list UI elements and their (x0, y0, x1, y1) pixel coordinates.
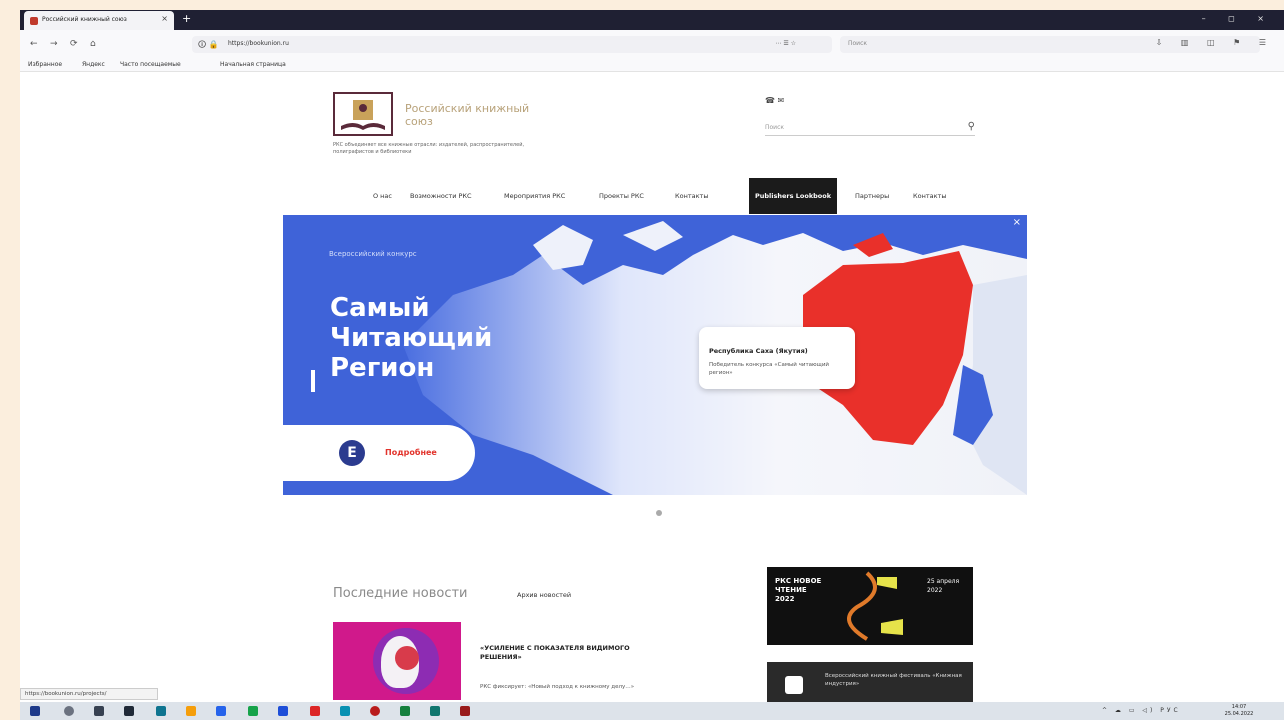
clock-time: 14:07 (1231, 704, 1247, 710)
menu-item[interactable]: Проекты РКС (599, 192, 644, 200)
callout-subtitle: Победитель конкурса «Самый читающий реги… (709, 362, 829, 376)
news-image-spot (395, 646, 419, 670)
app-icon[interactable] (460, 706, 470, 716)
bookmark-item[interactable]: Начальная страница (220, 61, 286, 68)
news-headline[interactable]: «УСИЛЕНИЕ С ПОКАЗАТЕЛЯ ВИДИМОГО РЕШЕНИЯ» (480, 644, 660, 662)
project-logo-icon: Е (339, 440, 365, 466)
close-icon[interactable]: × (1013, 217, 1021, 228)
news-archive-link[interactable]: Архив новостей (517, 591, 571, 599)
page-actions-icon[interactable]: ⋯ ☰ ☆ (775, 40, 796, 47)
bookmark-item[interactable]: Яндекс (82, 61, 105, 68)
site-search-placeholder: Поиск (765, 124, 785, 131)
start-icon[interactable] (30, 706, 40, 716)
site-logo[interactable] (333, 92, 393, 136)
side-banner-event[interactable]: РКС НОВОЕ ЧТЕНИЕ 2022 25 апреля 2022 (767, 567, 973, 645)
taskbar: ^ ☁ ▭ ◁) РУС 14:07 25.04.2022 (20, 702, 1284, 720)
app-icon[interactable] (310, 706, 320, 716)
system-tray[interactable]: ^ ☁ ▭ ◁) РУС (1102, 707, 1181, 714)
status-url: https://bookunion.ru/projects/ (20, 688, 158, 700)
side-banner-date: 25 апреля 2022 (927, 578, 960, 594)
logo-subtitle: РКС объединяет все книжные отрасли: изда… (333, 142, 525, 155)
screen: Российский книжный союз × + – ◻ × ← → ⟳ … (20, 10, 1284, 720)
news-excerpt: РКС фиксирует: «Новый подход к книжному … (480, 684, 635, 690)
bookmark-item[interactable]: Часто посещаемые (120, 61, 181, 68)
search-placeholder: Поиск (848, 40, 868, 47)
carousel-dot[interactable] (656, 510, 662, 516)
clock-date: 25.04.2022 (1224, 711, 1254, 717)
address-bar[interactable]: 🛈 🔒 https://bookunion.ru ⋯ ☰ ☆ (192, 36, 832, 53)
favicon-icon (30, 17, 38, 25)
festival-logo-icon (785, 676, 803, 694)
task-view-icon[interactable] (94, 706, 104, 716)
menu-item[interactable]: Возможности РКС (410, 192, 472, 200)
menu-item[interactable]: Контакты (675, 192, 708, 200)
app-icon[interactable] (400, 706, 410, 716)
banner-more-button[interactable]: Е Подробнее (283, 425, 475, 481)
site-search-input[interactable]: Поиск ⚲ (765, 120, 975, 136)
logo-title[interactable]: Российский книжный союз (405, 102, 535, 128)
bookmark-item[interactable]: Избранное (28, 61, 62, 68)
taskbar-clock[interactable]: 14:07 25.04.2022 (1220, 704, 1258, 718)
contact-icons[interactable]: ☎ ✉ (765, 96, 784, 105)
opera-icon[interactable] (370, 706, 380, 716)
browser-tab-strip: Российский книжный союз × + – ◻ × (20, 10, 1284, 30)
search-icon[interactable]: ⚲ (968, 121, 975, 132)
app-icon[interactable] (248, 706, 258, 716)
menu-item[interactable]: О нас (373, 192, 392, 200)
url-text[interactable]: https://bookunion.ru (228, 40, 289, 47)
toolbar-icons[interactable]: ⇩ ▥ ◫ ⚑ ☰ (1156, 38, 1274, 47)
callout-title: Республика Саха (Якутия) (709, 347, 808, 355)
menu-item[interactable]: Контакты (913, 192, 946, 200)
tab-close-icon[interactable]: × (161, 14, 168, 23)
browser-nav-bar: ← → ⟳ ⌂ 🛈 🔒 https://bookunion.ru ⋯ ☰ ☆ П… (20, 30, 1284, 58)
banner-more-label: Подробнее (385, 448, 437, 457)
window-controls[interactable]: – ◻ × (1202, 14, 1274, 23)
edge-icon[interactable] (156, 706, 166, 716)
search-icon[interactable] (64, 706, 74, 716)
app-icon[interactable] (430, 706, 440, 716)
menu-item[interactable]: Мероприятия РКС (504, 192, 565, 200)
news-image[interactable] (333, 622, 461, 700)
back-icon[interactable]: ← (30, 39, 38, 49)
app-icon[interactable] (340, 706, 350, 716)
menu-item-active[interactable]: Publishers Lookbook (749, 178, 838, 214)
site-info-icon[interactable]: 🛈 🔒 (198, 39, 219, 53)
banner-title: Самый Читающий Регион (330, 293, 493, 383)
menu-item[interactable]: Партнеры (855, 192, 889, 200)
browser-tab[interactable]: Российский книжный союз × (24, 11, 174, 30)
hero-banner[interactable]: Всероссийский конкурс Самый Читающий Рег… (283, 215, 1027, 495)
tab-title: Российский книжный союз (42, 16, 127, 23)
mail-icon[interactable] (278, 706, 288, 716)
side-banner-graphic (847, 571, 903, 641)
forward-icon[interactable]: → (50, 39, 58, 49)
side-banner-text: РКС НОВОЕ ЧТЕНИЕ 2022 (775, 577, 822, 603)
reload-icon[interactable]: ⟳ (70, 39, 78, 49)
news-section-title: Последние новости (333, 586, 468, 601)
bookmarks-bar: Избранное Яндекс Часто посещаемые Началь… (20, 58, 1284, 72)
new-tab-button[interactable]: + (182, 12, 191, 25)
side-banner-festival[interactable]: Всероссийский книжный фестиваль «Книжная… (767, 662, 973, 702)
region-callout: Республика Саха (Якутия) Победитель конк… (699, 327, 855, 389)
explorer-icon[interactable] (186, 706, 196, 716)
main-menu: О нас Возможности РКС Мероприятия РКС Пр… (365, 178, 985, 214)
widgets-icon[interactable] (124, 706, 134, 716)
banner-label: Всероссийский конкурс (329, 250, 417, 258)
banner-marker (311, 370, 315, 392)
home-icon[interactable]: ⌂ (90, 39, 96, 49)
side-banner-festival-text: Всероссийский книжный фестиваль «Книжная… (825, 673, 962, 687)
store-icon[interactable] (216, 706, 226, 716)
